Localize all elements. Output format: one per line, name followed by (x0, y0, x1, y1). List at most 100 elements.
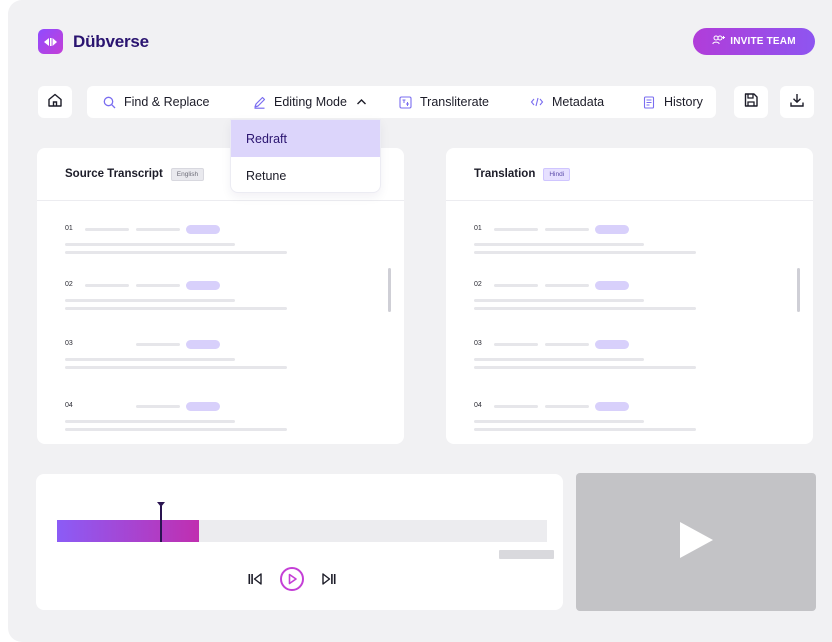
find-replace-tool[interactable]: Find & Replace (87, 86, 237, 118)
editing-mode-menu: Redraft Retune (230, 119, 381, 193)
segment-end-time (545, 284, 589, 287)
playhead-handle[interactable] (156, 502, 165, 542)
app-window: Dübverse INVITE TEAM Find & Replace Edit… (8, 0, 832, 642)
segment-speaker-tag (595, 340, 629, 349)
segment-text-line (65, 243, 235, 246)
segment-end-time (545, 343, 589, 346)
skip-back-button[interactable] (247, 572, 263, 586)
segment-number: 02 (65, 281, 73, 288)
segment-end-time (136, 343, 180, 346)
segment-text-line (474, 243, 644, 246)
segment-speaker-tag (186, 225, 220, 234)
video-preview[interactable] (576, 473, 816, 611)
play-button[interactable] (279, 566, 305, 592)
segment-row[interactable]: 04 (65, 402, 365, 442)
history-icon (642, 95, 656, 109)
segment-text-line (474, 366, 696, 369)
source-panel-title: Source Transcript (65, 168, 163, 180)
segment-start-time (494, 405, 538, 408)
skip-forward-icon (321, 573, 335, 585)
segment-text-line (65, 428, 287, 431)
play-circle-icon (279, 567, 304, 591)
chevron-up-icon (355, 95, 369, 109)
segment-end-time (136, 284, 180, 287)
segment-row[interactable]: 03 (65, 340, 365, 380)
app-name: Dübverse (73, 31, 149, 51)
segment-row[interactable]: 01 (65, 225, 365, 265)
home-icon (47, 92, 63, 113)
segment-end-time (136, 405, 180, 408)
translation-panel: Translation Hindi 01 02 03 04 (446, 148, 813, 444)
segment-number: 01 (474, 225, 482, 232)
segment-row[interactable]: 03 (474, 340, 774, 380)
segment-text-line (474, 307, 696, 310)
playback-controls (36, 567, 563, 591)
translation-panel-title: Translation (474, 168, 536, 180)
source-panel-scrollbar[interactable] (388, 268, 391, 312)
segment-speaker-tag (595, 281, 629, 290)
segment-speaker-tag (186, 281, 220, 290)
editing-mode-tool[interactable]: Editing Mode (237, 86, 383, 118)
segment-start-time (85, 284, 129, 287)
playhead-marker-icon (156, 502, 165, 507)
segment-speaker-tag (595, 225, 629, 234)
segment-text-line (474, 251, 696, 254)
history-label: History (664, 95, 703, 109)
history-tool[interactable]: History (627, 86, 716, 118)
logo: Dübverse (38, 29, 149, 54)
waveform-track[interactable] (57, 520, 547, 542)
editor-toolbar: Find & Replace Editing Mode Transliterat… (87, 86, 716, 118)
menu-item-redraft[interactable]: Redraft (231, 120, 380, 157)
download-button[interactable] (780, 86, 814, 118)
segment-speaker-tag (186, 402, 220, 411)
segment-number: 03 (474, 340, 482, 347)
add-team-icon (712, 35, 726, 48)
segment-number: 04 (65, 402, 73, 409)
download-icon (789, 92, 805, 113)
home-button[interactable] (38, 86, 72, 118)
skip-forward-button[interactable] (321, 572, 337, 586)
segment-number: 04 (474, 402, 482, 409)
save-icon (743, 92, 759, 113)
segment-text-line (65, 307, 287, 310)
segment-start-time (494, 228, 538, 231)
segment-row[interactable]: 01 (474, 225, 774, 265)
pen-icon (252, 95, 266, 109)
progress-fill (57, 520, 200, 542)
metadata-tool[interactable]: Metadata (515, 86, 627, 118)
translation-panel-scrollbar[interactable] (797, 268, 800, 312)
segment-row[interactable]: 04 (474, 402, 774, 442)
metadata-label: Metadata (552, 95, 605, 109)
segment-end-time (545, 405, 589, 408)
invite-team-label: INVITE TEAM (730, 36, 796, 47)
search-icon (102, 95, 116, 109)
code-icon (530, 95, 544, 109)
find-replace-label: Find & Replace (124, 95, 210, 109)
segment-text-line (65, 299, 235, 302)
segment-text-line (474, 358, 644, 361)
segment-start-time (85, 228, 129, 231)
transliterate-label: Transliterate (420, 95, 490, 109)
segment-number: 02 (474, 281, 482, 288)
play-icon (678, 521, 714, 564)
segment-text-line (65, 358, 235, 361)
skip-back-icon (248, 573, 262, 585)
segment-speaker-tag (186, 340, 220, 349)
transliterate-tool[interactable]: Transliterate (383, 86, 515, 118)
segment-number: 03 (65, 340, 73, 347)
segment-end-time (545, 228, 589, 231)
menu-item-retune[interactable]: Retune (231, 157, 380, 192)
invite-team-button[interactable]: INVITE TEAM (693, 28, 815, 55)
source-language-badge: English (170, 167, 205, 181)
segment-row[interactable]: 02 (474, 281, 774, 321)
segment-end-time (136, 228, 180, 231)
segment-number: 01 (65, 225, 73, 232)
segment-start-time (494, 343, 538, 346)
segment-row[interactable]: 02 (65, 281, 365, 321)
audio-player (36, 474, 563, 610)
segment-text-line (65, 251, 287, 254)
segment-text-line (474, 428, 696, 431)
segment-start-time (494, 284, 538, 287)
transliterate-icon (398, 95, 412, 109)
save-button[interactable] (734, 86, 768, 118)
